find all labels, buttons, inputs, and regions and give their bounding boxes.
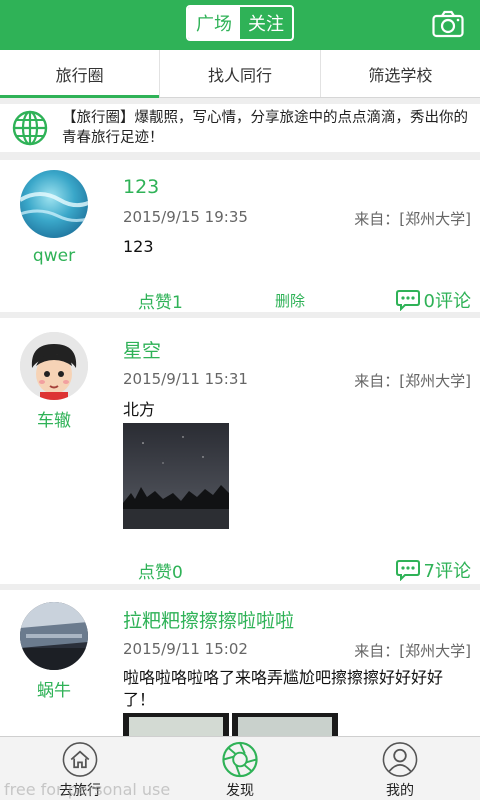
user-nickname[interactable]: 蜗牛 xyxy=(0,676,108,701)
notice-banner: 【旅行圈】爆靓照，写心情，分享旅途中的点点滴滴，秀出你的青春旅行足迹！ xyxy=(0,104,480,152)
tab-follow[interactable]: 关注 xyxy=(240,7,292,39)
post-time: 2015/9/15 19:35 xyxy=(123,208,248,226)
tab-travel-circle[interactable]: 旅行圈 xyxy=(0,50,161,98)
post-time: 2015/9/11 15:02 xyxy=(123,640,248,658)
post-source: 来自：[郑州大学] xyxy=(354,210,471,228)
user-nickname[interactable]: qwer xyxy=(0,246,108,266)
user-nickname[interactable]: 车辙 xyxy=(0,406,108,431)
notice-text: 【旅行圈】爆靓照，写心情，分享旅途中的点点滴滴，秀出你的青春旅行足迹！ xyxy=(62,110,468,146)
delete-button[interactable]: 删除 xyxy=(275,290,305,311)
tab-find-companion[interactable]: 找人同行 xyxy=(160,50,321,97)
avatar[interactable] xyxy=(20,602,88,670)
post-body: 北方 xyxy=(123,400,156,419)
post-photo[interactable] xyxy=(123,713,229,736)
watermark-text: free for personal use xyxy=(4,780,171,799)
post-card[interactable]: 车辙 星空 2015/9/11 15:31 来自：[郑州大学] 北方 点赞0 7… xyxy=(0,318,480,584)
avatar[interactable] xyxy=(20,170,88,238)
globe-icon xyxy=(12,110,48,146)
top-bar: 广场 关注 xyxy=(0,0,480,50)
plaza-follow-switch: 广场 关注 xyxy=(186,5,294,41)
post-title: 拉粑粑擦擦擦啦啦啦 xyxy=(123,610,295,632)
nav-discover[interactable]: 发现 xyxy=(160,737,320,800)
like-button[interactable]: 点赞0 xyxy=(138,558,183,583)
nav-mine[interactable]: 我的 xyxy=(320,737,480,800)
comment-icon xyxy=(395,290,420,311)
post-title: 123 xyxy=(123,176,160,198)
nav-label: 我的 xyxy=(386,783,414,799)
post-card[interactable]: 蜗牛 拉粑粑擦擦擦啦啦啦 2015/9/11 15:02 来自：[郑州大学] 啦… xyxy=(0,590,480,736)
aperture-icon xyxy=(222,741,258,778)
camera-icon[interactable] xyxy=(432,10,464,38)
tab-filter-school[interactable]: 筛选学校 xyxy=(321,50,480,97)
post-body: 123 xyxy=(123,237,154,256)
post-source: 来自：[郑州大学] xyxy=(354,642,471,660)
comment-button[interactable]: 7评论 xyxy=(395,557,471,583)
post-source: 来自：[郑州大学] xyxy=(354,372,471,390)
post-card[interactable]: qwer 123 2015/9/15 19:35 来自：[郑州大学] 123 点… xyxy=(0,160,480,313)
tab-plaza[interactable]: 广场 xyxy=(188,7,240,39)
comment-icon xyxy=(395,560,420,581)
nav-label: 发现 xyxy=(226,783,254,799)
post-photo[interactable] xyxy=(232,713,338,736)
like-button[interactable]: 点赞1 xyxy=(138,288,183,313)
post-body: 啦咯啦咯啦咯了来咯弄尴尬吧擦擦擦好好好好了！ xyxy=(123,668,444,709)
user-icon xyxy=(382,742,418,777)
home-icon xyxy=(62,742,98,777)
post-title: 星空 xyxy=(123,340,162,362)
comment-count: 0评论 xyxy=(423,291,471,312)
comment-button[interactable]: 0评论 xyxy=(395,287,471,313)
avatar[interactable] xyxy=(20,332,88,400)
post-time: 2015/9/11 15:31 xyxy=(123,370,248,388)
post-photo[interactable] xyxy=(123,423,229,529)
sub-tabs: 旅行圈 找人同行 筛选学校 xyxy=(0,50,480,98)
comment-count: 7评论 xyxy=(423,561,471,582)
